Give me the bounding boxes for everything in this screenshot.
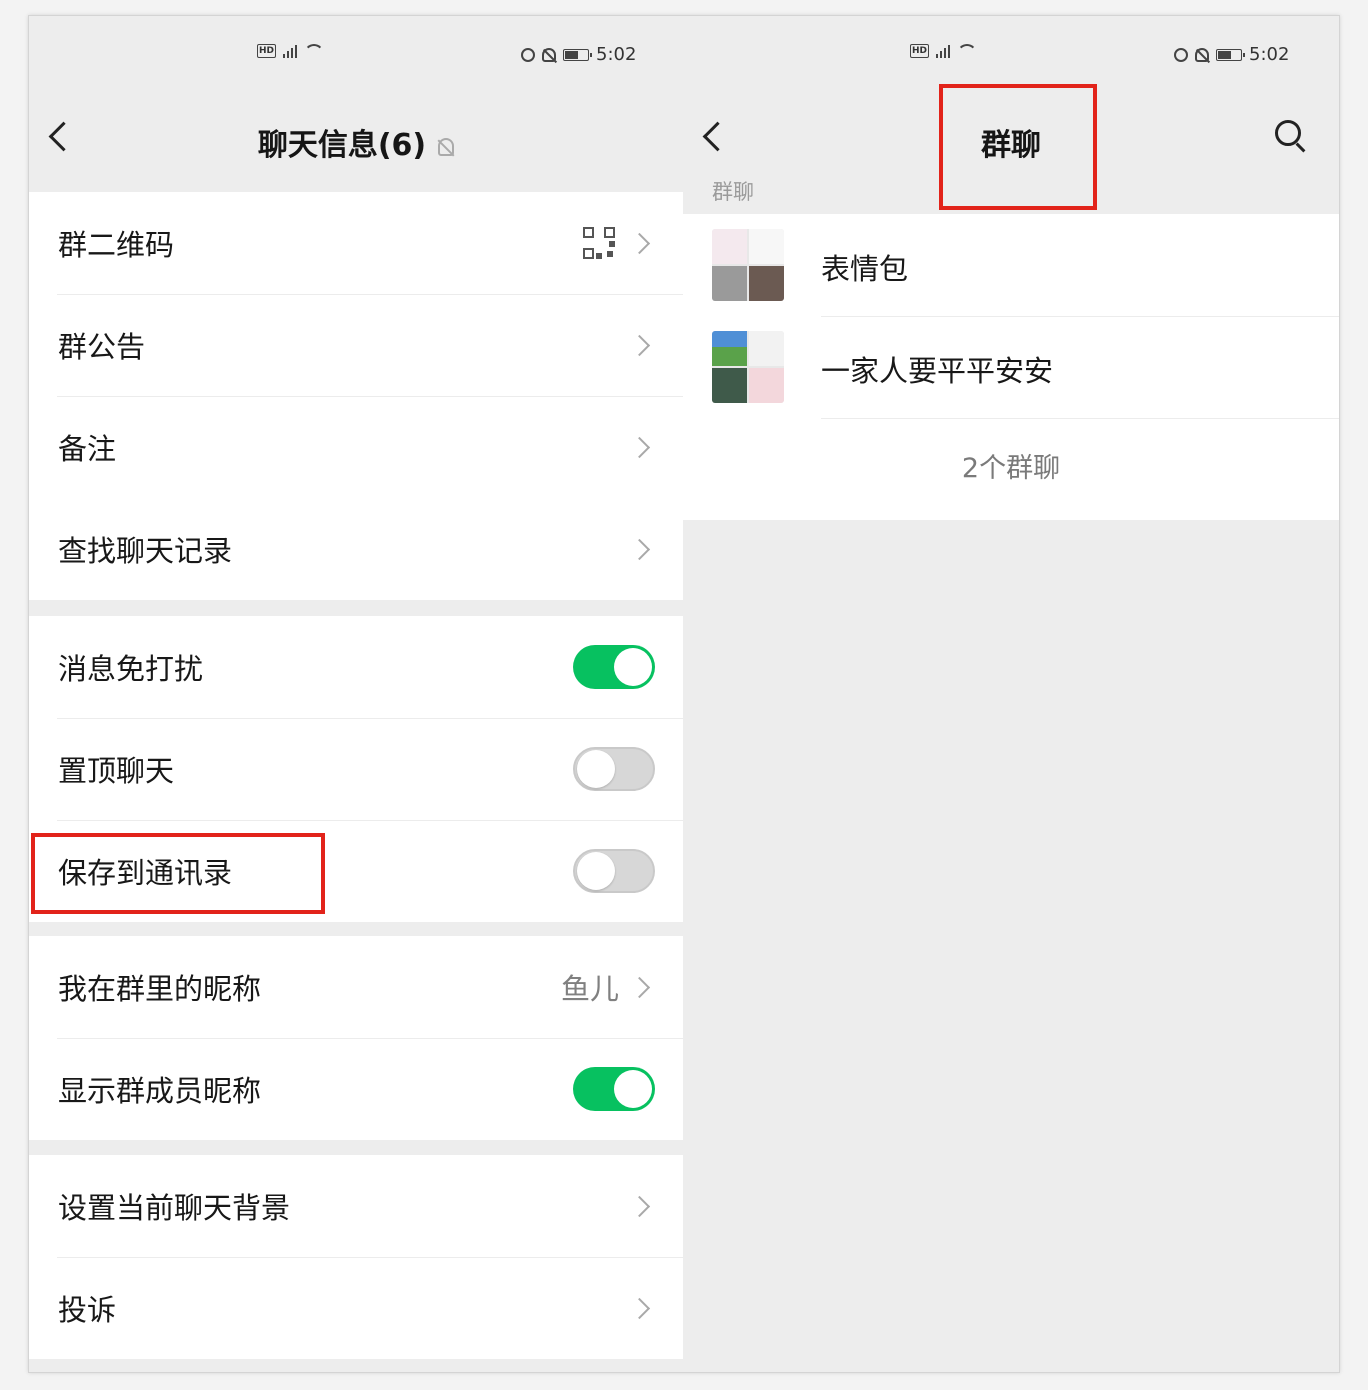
chevron-right-icon	[628, 1297, 651, 1319]
notifications-off-icon	[542, 47, 556, 62]
row-label: 群二维码	[58, 228, 175, 262]
row-label: 我在群里的昵称	[58, 972, 262, 1006]
nav-bar: 群聊	[683, 98, 1339, 182]
chevron-right-icon	[628, 976, 651, 998]
settings-group-misc: 设置当前聊天背景 投诉	[29, 1155, 683, 1359]
status-bar: HD 5:02	[683, 44, 1339, 70]
page-title-text: 聊天信息(6)	[257, 128, 427, 163]
chevron-right-icon	[628, 334, 651, 356]
save-to-contacts-toggle[interactable]	[573, 849, 655, 893]
group-count-footer: 2个群聊	[683, 418, 1339, 520]
row-save-to-contacts: 保存到通讯录	[29, 820, 683, 922]
settings-group-search: 查找聊天记录	[29, 498, 683, 600]
group-chats-screen: HD 5:02 群聊 群聊 表情包 一家人要平平安安 2个群聊	[683, 16, 1339, 1372]
list-item[interactable]: 表情包	[683, 214, 1339, 316]
row-sticky-on-top: 置顶聊天	[29, 718, 683, 820]
row-label: 置顶聊天	[58, 754, 175, 788]
group-name: 表情包	[821, 252, 909, 286]
row-my-group-nickname[interactable]: 我在群里的昵称 鱼儿	[29, 936, 683, 1038]
hd-icon: HD	[910, 44, 930, 58]
row-chat-background[interactable]: 设置当前聊天背景	[29, 1155, 683, 1257]
page-title: 聊天信息(6)	[29, 120, 683, 164]
row-report[interactable]: 投诉	[29, 1257, 683, 1359]
nav-bar: 聊天信息(6)	[29, 98, 683, 182]
nickname-value: 鱼儿	[560, 972, 619, 1006]
battery-icon	[1216, 48, 1245, 61]
status-time: 5:02	[596, 44, 637, 65]
muted-bell-icon	[438, 137, 455, 156]
alarm-icon	[521, 47, 535, 62]
row-mute-notifications: 消息免打扰	[29, 616, 683, 718]
group-chat-list: 表情包 一家人要平平安安 2个群聊	[683, 214, 1339, 520]
chevron-right-icon	[628, 232, 651, 254]
group-name: 一家人要平平安安	[821, 354, 1054, 388]
row-label: 消息免打扰	[58, 652, 204, 686]
qr-code-icon	[583, 227, 615, 259]
screenshot-frame: HD 5:02 聊天信息(6) 群二维码 群公告 备注 查找聊天记录 消息免打扰…	[28, 15, 1340, 1373]
group-avatar	[712, 331, 784, 403]
alarm-icon	[1174, 47, 1188, 62]
signal-icon	[281, 44, 299, 58]
group-avatar	[712, 229, 784, 301]
notifications-off-icon	[1195, 47, 1209, 62]
chevron-right-icon	[628, 436, 651, 458]
signal-icon	[934, 44, 952, 58]
row-show-member-nicknames: 显示群成员昵称	[29, 1038, 683, 1140]
row-group-qr-code[interactable]: 群二维码	[29, 192, 683, 294]
page-title: 群聊	[981, 128, 1041, 163]
row-group-notice[interactable]: 群公告	[29, 294, 683, 396]
row-label: 显示群成员昵称	[58, 1074, 262, 1108]
row-label: 保存到通讯录	[58, 856, 233, 890]
list-item[interactable]: 一家人要平平安安	[683, 316, 1339, 418]
row-remark[interactable]: 备注	[29, 396, 683, 498]
search-icon[interactable]	[1275, 120, 1309, 154]
settings-group-nickname: 我在群里的昵称 鱼儿 显示群成员昵称	[29, 936, 683, 1140]
settings-group-toggles: 消息免打扰 置顶聊天 保存到通讯录	[29, 616, 683, 922]
sticky-on-top-toggle[interactable]	[573, 747, 655, 791]
row-search-history[interactable]: 查找聊天记录	[29, 498, 683, 600]
row-label: 群公告	[58, 330, 146, 364]
show-nicknames-toggle[interactable]	[573, 1067, 655, 1111]
chevron-right-icon	[628, 1195, 651, 1217]
chat-info-screen: HD 5:02 聊天信息(6) 群二维码 群公告 备注 查找聊天记录 消息免打扰…	[29, 16, 683, 1372]
wifi-icon	[304, 44, 325, 58]
row-label: 备注	[58, 432, 117, 466]
battery-icon	[563, 48, 592, 61]
chevron-right-icon	[628, 538, 651, 560]
section-label: 群聊	[712, 180, 754, 204]
mute-notifications-toggle[interactable]	[573, 645, 655, 689]
wifi-icon	[957, 44, 978, 58]
hd-icon: HD	[257, 44, 277, 58]
status-time: 5:02	[1249, 44, 1290, 65]
row-label: 查找聊天记录	[58, 534, 233, 568]
row-label: 投诉	[58, 1293, 117, 1327]
row-label: 设置当前聊天背景	[58, 1191, 291, 1225]
settings-group-info: 群二维码 群公告 备注	[29, 192, 683, 498]
status-bar: HD 5:02	[29, 44, 683, 70]
